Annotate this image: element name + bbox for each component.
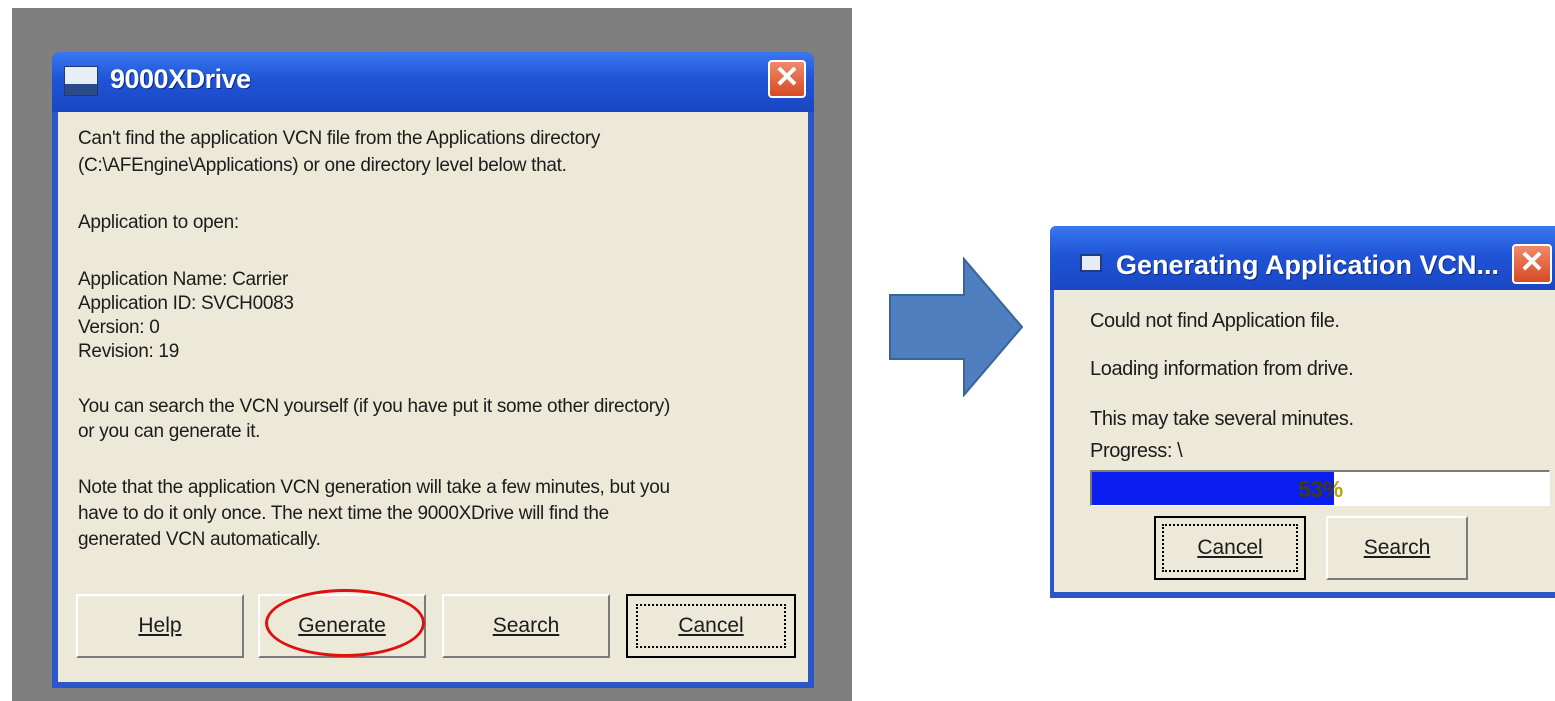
focus-ring bbox=[1162, 524, 1298, 572]
progress-bar: 53% bbox=[1090, 470, 1550, 506]
search-button-label: Search bbox=[492, 614, 560, 637]
message-line: (C:\AFEngine\Applications) or one direct… bbox=[78, 155, 567, 176]
main-dialog-titlebar[interactable]: 9000XDrive ✕ bbox=[52, 52, 814, 112]
progress-percent: 53% bbox=[1298, 476, 1343, 502]
stage: 9000XDrive ✕ Can't find the application … bbox=[0, 0, 1555, 701]
application-name: Application Name: Carrier bbox=[78, 269, 289, 290]
message-line: Can't find the application VCN file from… bbox=[78, 128, 601, 149]
arrow-shape bbox=[889, 257, 1024, 397]
help-button-label: Help bbox=[138, 614, 182, 637]
open-heading: Application to open: bbox=[78, 212, 239, 233]
search-note: or you can generate it. bbox=[78, 421, 261, 442]
generate-highlight-circle bbox=[265, 589, 425, 657]
progress-label: Progress: \ bbox=[1090, 440, 1183, 462]
status-line: Loading information from drive. bbox=[1090, 358, 1354, 380]
search-note: You can search the VCN yourself (if you … bbox=[78, 396, 671, 417]
generation-note: Note that the application VCN generation… bbox=[78, 477, 670, 498]
close-icon[interactable]: ✕ bbox=[1512, 244, 1552, 284]
window-icon bbox=[1080, 254, 1102, 272]
progress-dialog-title: Generating Application VCN... bbox=[1116, 250, 1500, 280]
help-button[interactable]: Help bbox=[76, 594, 244, 658]
application-icon bbox=[64, 66, 98, 96]
main-dialog-title: 9000XDrive bbox=[110, 64, 251, 94]
generation-note: generated VCN automatically. bbox=[78, 529, 321, 550]
status-line: This may take several minutes. bbox=[1090, 408, 1354, 430]
application-revision: Revision: 19 bbox=[78, 341, 179, 362]
close-icon[interactable]: ✕ bbox=[768, 60, 806, 98]
search-button[interactable]: Search bbox=[442, 594, 610, 658]
right-arrow-icon bbox=[889, 257, 1024, 397]
search-button[interactable]: Search bbox=[1326, 516, 1468, 580]
application-id: Application ID: SVCH0083 bbox=[78, 293, 294, 314]
progress-dialog-body: Could not find Application file. Loading… bbox=[1054, 290, 1555, 592]
main-dialog-window: 9000XDrive ✕ Can't find the application … bbox=[52, 52, 814, 688]
main-dialog-body: Can't find the application VCN file from… bbox=[58, 112, 808, 682]
status-line: Could not find Application file. bbox=[1090, 310, 1340, 332]
cancel-button[interactable]: Cancel bbox=[1154, 516, 1306, 580]
progress-dialog-window: Generating Application VCN... ✕ Could no… bbox=[1050, 226, 1555, 598]
search-button-label: Search bbox=[1363, 536, 1431, 559]
generation-note: have to do it only once. The next time t… bbox=[78, 503, 609, 524]
cancel-button[interactable]: Cancel bbox=[626, 594, 796, 658]
focus-ring bbox=[636, 604, 786, 648]
application-version: Version: 0 bbox=[78, 317, 160, 338]
progress-dialog-titlebar[interactable]: Generating Application VCN... ✕ bbox=[1050, 226, 1555, 290]
